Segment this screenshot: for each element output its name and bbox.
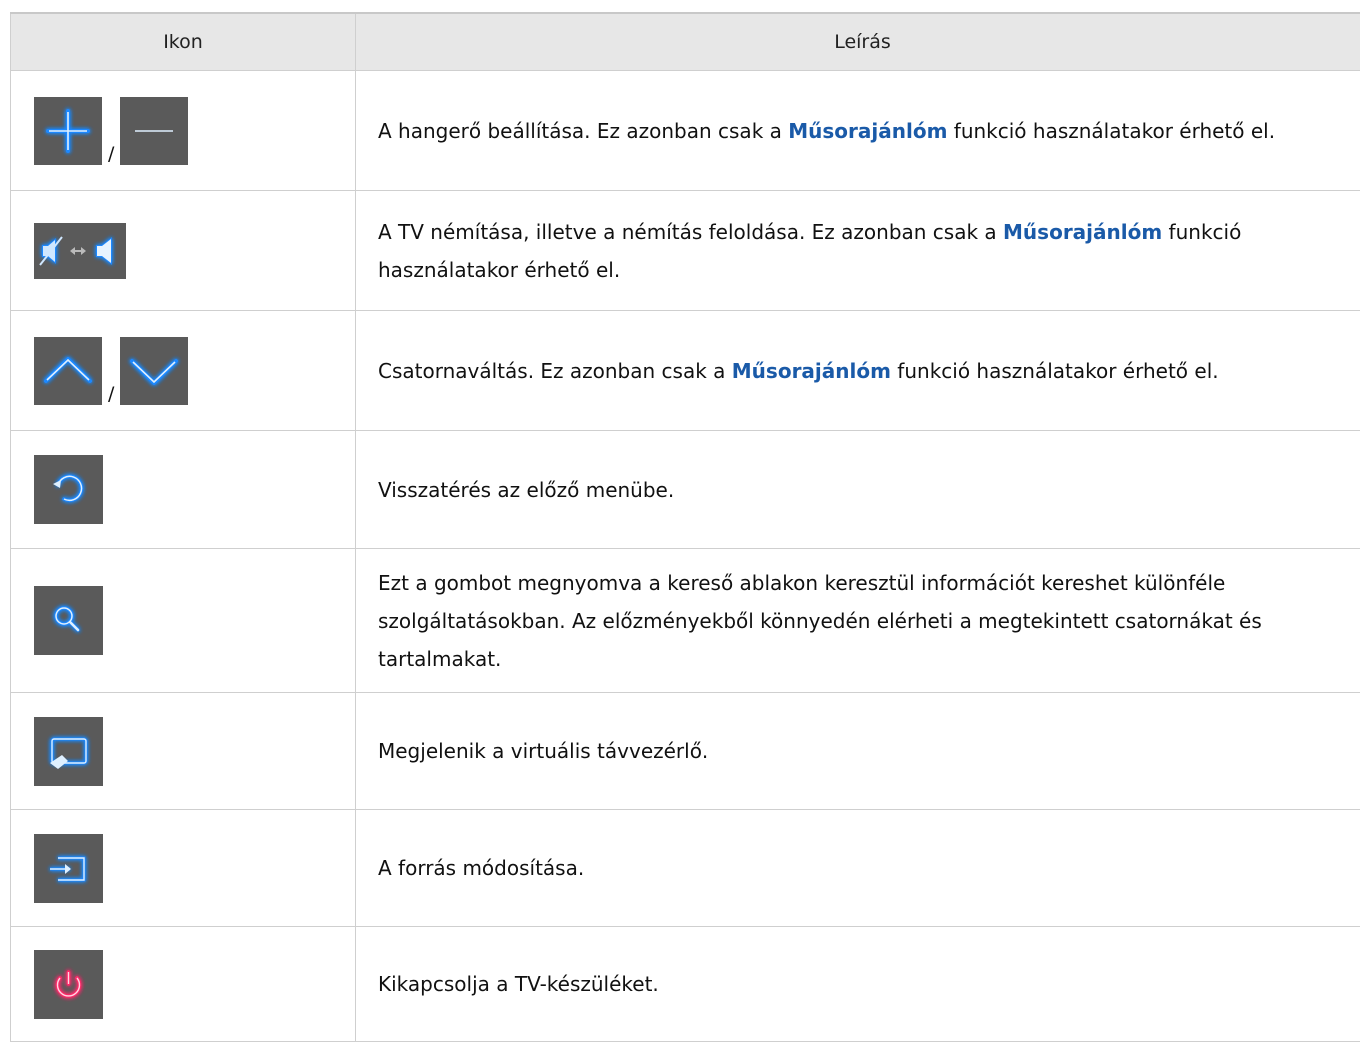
description-cell: Visszatérés az előző menübe. xyxy=(356,431,1360,549)
table-row: A forrás módosítása. xyxy=(11,810,1360,927)
separator: / xyxy=(108,143,114,165)
feature-name: Műsorajánlóm xyxy=(732,359,891,383)
chevron-up-icon xyxy=(34,337,102,405)
icon-cell xyxy=(11,927,356,1042)
table-row: / A hangerő beállítása. Ez azonban csak … xyxy=(11,71,1360,191)
icon-cell: / xyxy=(11,71,356,191)
power-icon xyxy=(34,950,103,1019)
header-icon: Ikon xyxy=(11,13,356,71)
description-cell: A forrás módosítása. xyxy=(356,810,1360,927)
source-icon xyxy=(34,834,103,903)
header-description: Leírás xyxy=(356,13,1360,71)
description-text: Kikapcsolja a TV-készüléket. xyxy=(378,972,659,996)
description-cell: A TV némítása, illetve a némítás feloldá… xyxy=(356,191,1360,311)
mute-toggle-icon xyxy=(34,223,126,279)
virtual-remote-icon xyxy=(34,717,103,786)
table-row: Ezt a gombot megnyomva a kereső ablakon … xyxy=(11,549,1360,693)
text-segment: Ezt a gombot megnyomva a kereső ablakon … xyxy=(378,571,1262,671)
icon-cell xyxy=(11,693,356,810)
table-header-row: Ikon Leírás xyxy=(11,13,1360,71)
text-segment: A TV némítása, illetve a némítás feloldá… xyxy=(378,220,1003,244)
description-text: A hangerő beállítása. Ez azonban csak a … xyxy=(378,119,1275,143)
description-cell: A hangerő beállítása. Ez azonban csak a … xyxy=(356,71,1360,191)
text-segment: funkció használatakor érhető el. xyxy=(891,359,1219,383)
plus-icon xyxy=(34,97,102,165)
text-segment: Megjelenik a virtuális távvezérlő. xyxy=(378,739,708,763)
icon-cell: / xyxy=(11,311,356,431)
separator: / xyxy=(108,383,114,405)
description-text: A TV némítása, illetve a némítás feloldá… xyxy=(378,220,1241,282)
description-cell: Kikapcsolja a TV-készüléket. xyxy=(356,927,1360,1042)
icon-cell xyxy=(11,191,356,311)
description-text: Megjelenik a virtuális távvezérlő. xyxy=(378,739,708,763)
description-cell: Megjelenik a virtuális távvezérlő. xyxy=(356,693,1360,810)
description-text: Visszatérés az előző menübe. xyxy=(378,478,674,502)
table-row: / Csatornaváltás. Ez azonban csak a Műso… xyxy=(11,311,1360,431)
icon-cell xyxy=(11,549,356,693)
text-segment: A forrás módosítása. xyxy=(378,856,584,880)
text-segment: Visszatérés az előző menübe. xyxy=(378,478,674,502)
table-row: Megjelenik a virtuális távvezérlő. xyxy=(11,693,1360,810)
table-row: Kikapcsolja a TV-készüléket. xyxy=(11,927,1360,1042)
table-row: A TV némítása, illetve a némítás feloldá… xyxy=(11,191,1360,311)
icon-cell xyxy=(11,810,356,927)
description-text: Ezt a gombot megnyomva a kereső ablakon … xyxy=(378,571,1262,671)
description-cell: Csatornaváltás. Ez azonban csak a Műsora… xyxy=(356,311,1360,431)
description-cell: Ezt a gombot megnyomva a kereső ablakon … xyxy=(356,549,1360,693)
chevron-down-icon xyxy=(120,337,188,405)
feature-name: Műsorajánlóm xyxy=(1003,220,1162,244)
table-row: Visszatérés az előző menübe. xyxy=(11,431,1360,549)
text-segment: A hangerő beállítása. Ez azonban csak a xyxy=(378,119,788,143)
icon-cell xyxy=(11,431,356,549)
search-icon xyxy=(34,586,103,655)
text-segment: Csatornaváltás. Ez azonban csak a xyxy=(378,359,732,383)
text-segment: Kikapcsolja a TV-készüléket. xyxy=(378,972,659,996)
feature-name: Műsorajánlóm xyxy=(788,119,947,143)
text-segment: funkció használatakor érhető el. xyxy=(947,119,1275,143)
minus-icon xyxy=(120,97,188,165)
return-icon xyxy=(34,455,103,524)
description-text: A forrás módosítása. xyxy=(378,856,584,880)
icon-description-table: Ikon Leírás / A hangerő beállítása. Ez a… xyxy=(10,12,1360,1042)
description-text: Csatornaváltás. Ez azonban csak a Műsora… xyxy=(378,359,1219,383)
